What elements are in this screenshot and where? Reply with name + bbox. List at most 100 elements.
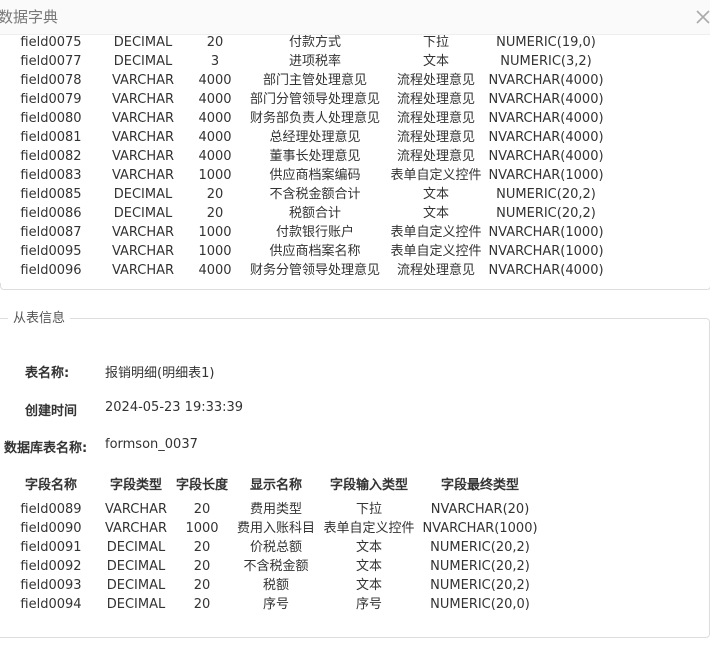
input-type-cell: 文本 <box>422 187 450 202</box>
close-icon[interactable] <box>696 6 710 28</box>
field-name-cell: field0090 <box>20 521 82 536</box>
field-name-cell: field0087 <box>20 225 82 240</box>
input-type-cell: 序号 <box>355 597 383 612</box>
final-type-cell: NVARCHAR(1000) <box>488 244 604 259</box>
column-header: 显示名称 <box>249 478 303 493</box>
field-type-cell: DECIMAL <box>106 540 166 555</box>
field-name-cell: field0095 <box>20 244 82 259</box>
display-name-cell: 价税总额 <box>249 540 303 555</box>
field-name-cell: field0096 <box>20 263 82 278</box>
field-length-cell: 20 <box>193 502 211 517</box>
field-name-cell: field0091 <box>20 540 82 555</box>
field-length-cell: 1000 <box>198 225 232 240</box>
field-length-cell: 1000 <box>198 168 232 183</box>
table-row: field0075 DECIMAL 20 付款方式 下拉 NUMERIC(19,0) <box>0 33 710 52</box>
field-length-cell: 3 <box>210 54 220 69</box>
final-type-cell: NVARCHAR(1000) <box>488 225 604 240</box>
final-type-cell: NVARCHAR(1000) <box>422 521 538 536</box>
field-name-cell: field0083 <box>20 168 82 183</box>
table-row: field0090 VARCHAR 1000 费用入账科目 表单自定义控件 NVARCHA… <box>0 519 710 538</box>
table-row: field0093 DECIMAL 20 税额 文本 NUMERIC(20,2) <box>0 576 710 595</box>
table-row: field0096 VARCHAR 4000 财务分管领导处理意见 流程处理意见 NVAR… <box>0 261 710 280</box>
column-header: 字段长度 <box>175 478 229 493</box>
table-row: field0081 VARCHAR 4000 总经理处理意见 流程处理意见 NVARCHA… <box>0 128 710 147</box>
created-time-value: 2024-05-23 19:33:39 <box>105 400 244 415</box>
field-name-cell: field0075 <box>20 35 82 50</box>
table-name-label: 表名称: <box>25 366 70 381</box>
field-length-cell: 20 <box>193 578 211 593</box>
field-name-cell: field0079 <box>20 92 82 107</box>
input-type-cell: 下拉 <box>422 35 450 50</box>
column-header: 字段输入类型 <box>329 478 409 493</box>
display-name-cell: 费用类型 <box>249 502 303 517</box>
input-type-cell: 表单自定义控件 <box>390 168 482 183</box>
input-type-cell: 表单自定义控件 <box>323 521 415 536</box>
display-name-cell: 税额 <box>262 578 290 593</box>
field-type-cell: VARCHAR <box>111 92 175 107</box>
table-row: field0079 VARCHAR 4000 部门分管领导处理意见 流程处理意见 NVAR… <box>0 90 710 109</box>
field-type-cell: DECIMAL <box>113 206 173 221</box>
field-length-cell: 20 <box>193 540 211 555</box>
field-length-cell: 4000 <box>198 130 232 145</box>
display-name-cell: 部门主管处理意见 <box>262 73 368 88</box>
table-row: field0087 VARCHAR 1000 付款银行账户 表单自定义控件 NVARCHA… <box>0 223 710 242</box>
input-type-cell: 流程处理意见 <box>396 263 476 278</box>
table-name-value: 报销明细(明细表1) <box>105 366 215 381</box>
field-type-cell: DECIMAL <box>106 597 166 612</box>
display-name-cell: 不含税金额合计 <box>269 187 361 202</box>
display-name-cell: 供应商档案名称 <box>269 244 361 259</box>
final-type-cell: NVARCHAR(20) <box>430 502 530 517</box>
field-type-cell: DECIMAL <box>113 35 173 50</box>
field-length-cell: 4000 <box>198 92 232 107</box>
field-type-cell: DECIMAL <box>113 187 173 202</box>
input-type-cell: 表单自定义控件 <box>390 244 482 259</box>
display-name-cell: 付款方式 <box>288 35 342 50</box>
table-row: field0080 VARCHAR 4000 财务部负责人处理意见 流程处理意见 NVAR… <box>0 109 710 128</box>
field-type-cell: VARCHAR <box>111 225 175 240</box>
db-table-name-value: formson_0037 <box>105 437 198 452</box>
field-type-cell: VARCHAR <box>111 263 175 278</box>
display-name-cell: 付款银行账户 <box>275 225 355 240</box>
field-type-cell: VARCHAR <box>104 521 168 536</box>
input-type-cell: 文本 <box>422 206 450 221</box>
sub-table-legend: 从表信息 <box>8 311 71 327</box>
db-table-name-label: 数据库表名称: <box>4 441 88 456</box>
field-type-cell: DECIMAL <box>113 54 173 69</box>
field-length-cell: 4000 <box>198 149 232 164</box>
field-length-cell: 20 <box>193 559 211 574</box>
field-name-cell: field0078 <box>20 73 82 88</box>
field-type-cell: DECIMAL <box>106 578 166 593</box>
field-name-cell: field0093 <box>20 578 82 593</box>
field-length-cell: 20 <box>206 206 224 221</box>
final-type-cell: NVARCHAR(4000) <box>488 130 604 145</box>
display-name-cell: 序号 <box>262 597 290 612</box>
final-type-cell: NUMERIC(20,2) <box>430 559 530 574</box>
display-name-cell: 部门分管领导处理意见 <box>249 92 381 107</box>
field-type-cell: VARCHAR <box>111 168 175 183</box>
table-row: field0083 VARCHAR 1000 供应商档案编码 表单自定义控件 NVARCH… <box>0 166 710 185</box>
field-length-cell: 4000 <box>198 111 232 126</box>
final-type-cell: NUMERIC(20,0) <box>430 597 530 612</box>
table-row: field0082 VARCHAR 4000 董事长处理意见 流程处理意见 NVARCHA… <box>0 147 710 166</box>
table-row: field0086 DECIMAL 20 税额合计 文本 NUMERIC(20,2) <box>0 204 710 223</box>
final-type-cell: NUMERIC(3,2) <box>500 54 592 69</box>
final-type-cell: NUMERIC(20,2) <box>430 578 530 593</box>
field-type-cell: DECIMAL <box>106 559 166 574</box>
field-name-cell: field0085 <box>20 187 82 202</box>
field-name-cell: field0086 <box>20 206 82 221</box>
input-type-cell: 文本 <box>422 54 450 69</box>
final-type-cell: NVARCHAR(4000) <box>488 92 604 107</box>
dialog-title: 数据字典 <box>0 8 59 26</box>
field-type-cell: VARCHAR <box>111 111 175 126</box>
display-name-cell: 财务分管领导处理意见 <box>249 263 381 278</box>
input-type-cell: 流程处理意见 <box>396 111 476 126</box>
field-length-cell: 20 <box>206 35 224 50</box>
column-header: 字段类型 <box>109 478 163 493</box>
final-type-cell: NUMERIC(20,2) <box>496 187 596 202</box>
table-row: field0095 VARCHAR 1000 供应商档案名称 表单自定义控件 NVARCH… <box>0 242 710 261</box>
display-name-cell: 董事长处理意见 <box>269 149 361 164</box>
field-name-cell: field0094 <box>20 597 82 612</box>
field-length-cell: 20 <box>193 597 211 612</box>
display-name-cell: 不含税金额 <box>243 559 309 574</box>
final-type-cell: NVARCHAR(4000) <box>488 263 604 278</box>
